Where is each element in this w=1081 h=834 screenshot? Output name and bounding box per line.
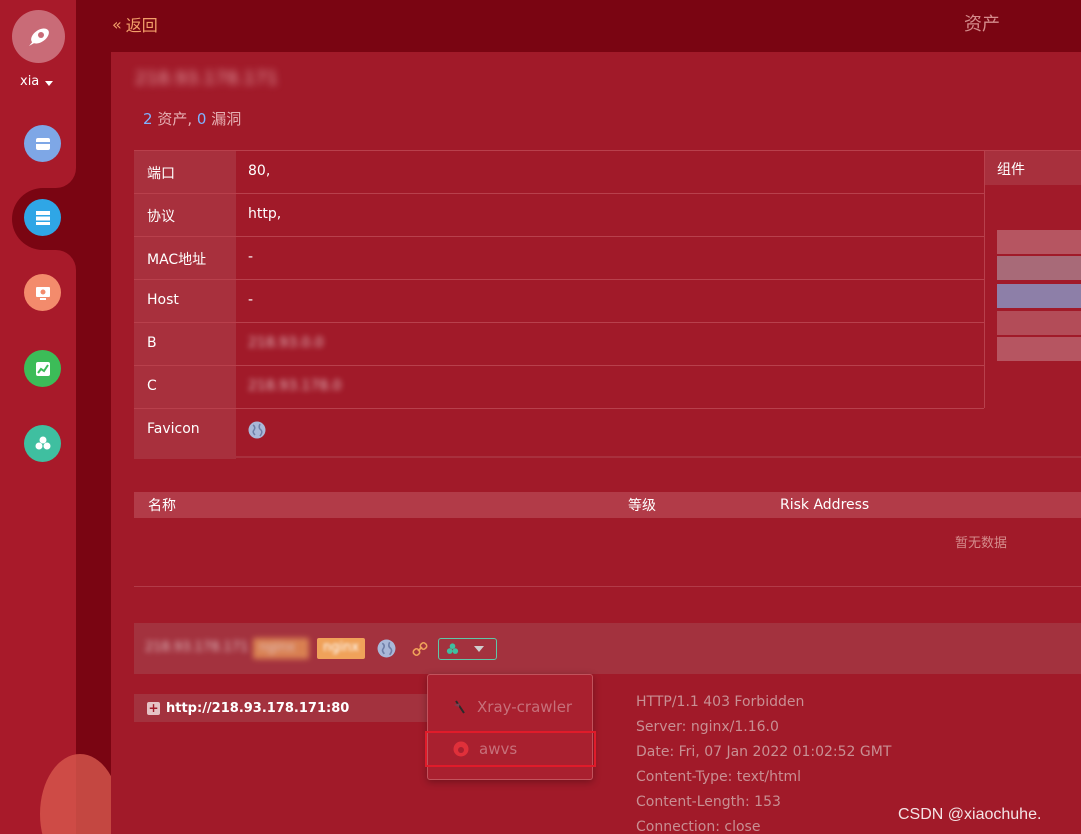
info-row-b: B 218.93.0.0: [134, 323, 984, 366]
component-bar: [997, 256, 1081, 280]
vuln-count: 0: [196, 110, 207, 128]
asset-ip: 218.93.178.171: [145, 640, 249, 655]
info-value: 80,: [248, 163, 271, 179]
watermark: CSDN @xiaochuhe.: [898, 806, 1042, 823]
tag-server: nginx: [253, 638, 309, 659]
rocket-icon: [28, 27, 49, 46]
dropdown-item-xray[interactable]: Xray-crawler: [429, 689, 593, 725]
info-value: -: [248, 249, 254, 265]
header-line: Date: Fri, 07 Jan 2022 01:02:52 GMT: [636, 744, 892, 760]
divider: [134, 586, 1081, 587]
vuln-label: 漏洞: [211, 110, 242, 128]
plugin-icon: [35, 436, 50, 449]
chevron-down-icon: [45, 80, 54, 86]
nav-active-notch: [56, 250, 76, 270]
col-level: 等级: [628, 498, 656, 514]
info-row-protocol: 协议 http,: [134, 194, 984, 237]
header-line: Content-Type: text/html: [636, 769, 802, 785]
asset-summary: 2 资产, 0 漏洞: [143, 108, 241, 129]
assets-icon: [35, 137, 50, 150]
components-header: 组件: [985, 151, 1081, 185]
xray-icon: [454, 700, 465, 714]
avatar[interactable]: [12, 10, 65, 63]
url-expander[interactable]: + http://218.93.178.171:80: [134, 694, 434, 722]
info-key: 协议: [134, 194, 236, 236]
annotation-highlight: [425, 731, 596, 767]
user-menu[interactable]: xia: [20, 74, 54, 89]
info-row-c: C 218.93.178.0: [134, 366, 984, 409]
monitor-icon: [35, 286, 50, 300]
server-icon: [35, 210, 50, 225]
col-risk-address: Risk Address: [780, 497, 870, 513]
vuln-table-header: 名称 等级 Risk Address: [134, 492, 1081, 518]
info-value: [236, 409, 984, 459]
info-row-favicon: Favicon: [134, 409, 984, 459]
info-key: MAC地址: [134, 237, 236, 279]
chart-icon: [35, 361, 50, 376]
back-label: 返回: [125, 16, 158, 35]
component-bar: [997, 311, 1081, 335]
info-value: http,: [248, 206, 282, 222]
asset-url: http://218.93.178.171:80: [166, 700, 350, 716]
target-ip-title: 218.93.178.171: [135, 68, 279, 89]
info-row-mac: MAC地址 -: [134, 237, 984, 280]
header-line: Content-Length: 153: [636, 794, 781, 810]
empty-state: 暂无数据: [955, 536, 1008, 551]
header-line: Connection: close: [636, 819, 761, 834]
back-link[interactable]: « 返回: [112, 12, 158, 36]
globe-icon: [248, 421, 266, 439]
plugin-select[interactable]: [438, 638, 497, 660]
double-chevron-left-icon: «: [112, 14, 122, 34]
nav-assets[interactable]: [24, 125, 61, 162]
info-key: Host: [134, 280, 236, 322]
sidebar-decoration: [40, 754, 120, 834]
info-key: Favicon: [134, 409, 236, 459]
nav-stats[interactable]: [24, 350, 61, 387]
globe-icon[interactable]: [377, 639, 396, 658]
asset-count: 2: [143, 110, 153, 128]
tag-nginx-label: nginx: [323, 640, 360, 655]
plugin-icon: [446, 643, 459, 654]
dropdown-item-label: Xray-crawler: [477, 698, 573, 716]
divider: [134, 456, 1081, 458]
info-value: 218.93.178.0: [248, 378, 342, 394]
components-panel: 组件: [984, 150, 1081, 408]
username: xia: [20, 74, 40, 89]
asset-label: 资产,: [157, 110, 193, 128]
info-key: C: [134, 366, 236, 408]
info-table: 端口 80, 协议 http, MAC地址 - Host - B 218.93.…: [134, 150, 984, 459]
info-value: 218.93.0.0: [248, 335, 324, 351]
info-row-host: Host -: [134, 280, 984, 323]
header-line: Server: nginx/1.16.0: [636, 719, 779, 735]
component-bar: [997, 337, 1081, 361]
response-headers: HTTP/1.1 403 Forbidden Server: nginx/1.1…: [636, 690, 891, 834]
info-key: 端口: [134, 151, 236, 193]
info-value: -: [248, 292, 254, 308]
col-name: 名称: [148, 498, 176, 514]
tag-nginx: nginx: [317, 638, 365, 659]
nav-monitor[interactable]: [24, 274, 61, 311]
info-row-port: 端口 80,: [134, 151, 984, 194]
info-key: B: [134, 323, 236, 365]
plus-icon[interactable]: +: [147, 701, 160, 715]
page-title: 资产: [964, 14, 1000, 35]
component-bar: [997, 284, 1081, 308]
component-bar: [997, 230, 1081, 254]
chevron-down-icon: [474, 646, 484, 652]
nav-active-notch: [56, 168, 76, 188]
nav-servers[interactable]: [24, 199, 61, 236]
header-line: HTTP/1.1 403 Forbidden: [636, 694, 805, 710]
nav-plugins[interactable]: [24, 425, 61, 462]
link-icon[interactable]: [412, 641, 428, 657]
